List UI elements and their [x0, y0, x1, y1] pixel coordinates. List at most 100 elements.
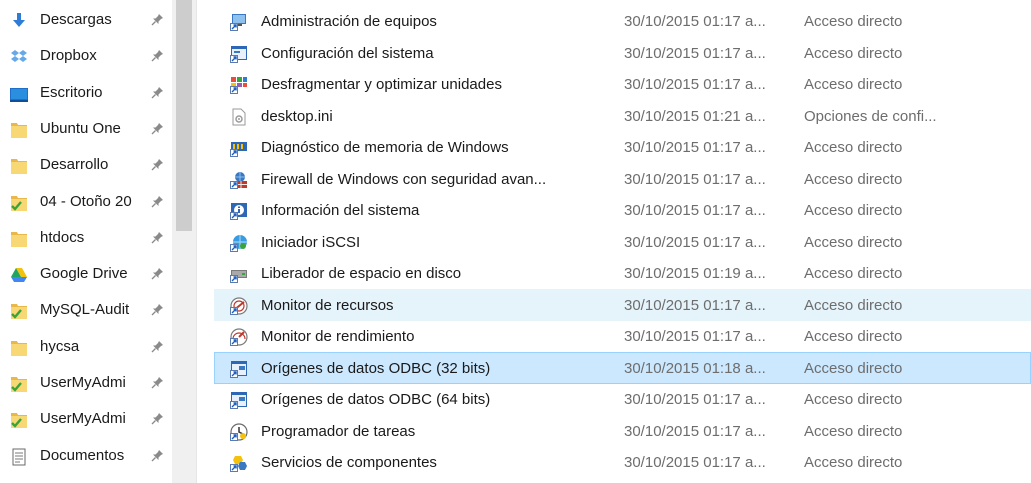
file-type: Acceso directo	[804, 170, 903, 188]
file-name: desktop.ini	[261, 107, 333, 125]
file-type: Acceso directo	[804, 391, 903, 408]
file-date-modified: 30/10/2015 01:17 a...	[624, 202, 766, 219]
pane-divider[interactable]	[196, 0, 197, 483]
pin-icon[interactable]	[151, 122, 164, 135]
documents-icon	[10, 448, 29, 466]
sidebar-item-label: Ubuntu One	[40, 119, 121, 137]
file-row[interactable]: Liberador de espacio en disco 30/10/2015 …	[214, 257, 1031, 289]
file-name: Programador de tareas	[261, 422, 416, 440]
sidebar-item-descargas[interactable]: Descargas	[0, 4, 172, 36]
navigation-scrollbar[interactable]	[172, 0, 196, 483]
sidebar-item-label: Dropbox	[40, 47, 97, 65]
file-type: Acceso directo	[804, 202, 903, 219]
firewall-icon	[230, 171, 248, 189]
pin-icon[interactable]	[151, 340, 164, 353]
file-name: Liberador de espacio en disco	[261, 265, 462, 282]
sidebar-item-label: hycsa	[40, 337, 80, 355]
file-row[interactable]: Iniciador iSCSI 30/10/2015 01:17 a... Acce…	[214, 226, 1031, 258]
sidebar-item-label: UserMyAdmi	[40, 374, 126, 391]
file-name: Información del sistema	[261, 202, 420, 219]
file-type: Acceso directo	[804, 328, 903, 345]
dropbox-icon	[10, 48, 29, 65]
file-row[interactable]: Firewall de Windows con seguridad avan..…	[214, 163, 1031, 195]
sidebar-item-label: UserMyAdmi	[40, 410, 126, 428]
sidebar-item-label: Escritorio	[40, 83, 103, 101]
pin-icon[interactable]	[151, 13, 164, 26]
file-row[interactable]: Programador de tareas 30/10/2015 01:17 a.…	[214, 415, 1031, 447]
file-name: Iniciador iSCSI	[261, 233, 361, 251]
sidebar-item-documentos[interactable]: Documentos	[0, 440, 172, 472]
sidebar-item-google-drive[interactable]: Google Drive	[0, 258, 172, 290]
file-name: Orígenes de datos ODBC (32 bits)	[261, 359, 491, 377]
file-name: Diagnóstico de memoria de Windows	[261, 139, 509, 156]
file-row[interactable]: Diagnóstico de memoria de Windows 30/10/2…	[214, 131, 1031, 163]
navigation-pane: Descargas Dropbox Escritorio Ubuntu One Desa…	[0, 0, 172, 483]
file-date-modified: 30/10/2015 01:17 a...	[624, 170, 766, 188]
folder-icon	[10, 157, 29, 175]
sidebar-item-label: MySQL-Audit	[40, 301, 130, 319]
pin-icon[interactable]	[151, 49, 164, 62]
folder-icon	[10, 230, 29, 247]
synced-folder-icon	[10, 411, 29, 429]
iscsi-icon	[230, 234, 248, 252]
sidebar-item-htdocs[interactable]: htdocs	[0, 222, 172, 254]
pin-icon[interactable]	[151, 303, 164, 316]
file-name: Orígenes de datos ODBC (64 bits)	[261, 391, 491, 408]
file-row[interactable]: Orígenes de datos ODBC (64 bits) 30/10/20…	[214, 383, 1031, 415]
pin-icon[interactable]	[151, 195, 164, 208]
file-type: Acceso directo	[804, 139, 903, 156]
pin-icon[interactable]	[151, 376, 164, 389]
file-type: Acceso directo	[804, 233, 903, 251]
sidebar-item-usermyadmi-2[interactable]: UserMyAdmi	[0, 403, 172, 435]
synced-folder-icon	[10, 194, 29, 211]
file-type: Acceso directo	[804, 76, 903, 93]
file-row[interactable]: Monitor de rendimiento 30/10/2015 01:17 a…	[214, 320, 1031, 352]
sidebar-item-desarrollo[interactable]: Desarrollo	[0, 149, 172, 181]
file-name: Administración de equipos	[261, 13, 437, 30]
file-date-modified: 30/10/2015 01:17 a...	[624, 296, 766, 314]
file-date-modified: 30/10/2015 01:17 a...	[624, 44, 766, 62]
file-date-modified: 30/10/2015 01:19 a...	[624, 265, 766, 282]
pin-icon[interactable]	[151, 449, 164, 462]
file-row[interactable]: Orígenes de datos ODBC (32 bits) 30/10/20…	[214, 351, 1031, 384]
system-info-icon	[230, 202, 248, 220]
google-drive-icon	[10, 266, 29, 283]
file-row[interactable]: Configuración del sistema 30/10/2015 01:1…	[214, 37, 1031, 69]
sidebar-item-label: htdocs	[40, 228, 85, 246]
file-name: Configuración del sistema	[261, 44, 434, 62]
sidebar-item-ubuntu-one[interactable]: Ubuntu One	[0, 113, 172, 145]
file-name: Desfragmentar y optimizar unidades	[261, 76, 502, 93]
pin-icon[interactable]	[151, 158, 164, 171]
sidebar-item-otono[interactable]: 04 - Otoño 20	[0, 186, 172, 218]
odbc-icon	[230, 391, 248, 409]
file-type: Acceso directo	[804, 265, 903, 282]
synced-folder-icon	[10, 375, 29, 392]
sidebar-item-escritorio[interactable]: Escritorio	[0, 77, 172, 109]
sidebar-item-usermyadmi-1[interactable]: UserMyAdmi	[0, 367, 172, 399]
file-type: Acceso directo	[804, 296, 903, 314]
file-row[interactable]: Desfragmentar y optimizar unidades 30/10/…	[214, 68, 1031, 100]
file-row[interactable]: Monitor de recursos 30/10/2015 01:17 a...…	[214, 288, 1031, 321]
task-scheduler-icon	[230, 422, 248, 441]
file-row[interactable]: Servicios de componentes 30/10/2015 01:17…	[214, 446, 1031, 478]
sidebar-item-hycsa[interactable]: hycsa	[0, 331, 172, 363]
file-name: Monitor de rendimiento	[261, 328, 415, 345]
file-row[interactable]: Información del sistema 30/10/2015 01:17 …	[214, 194, 1031, 226]
file-date-modified: 30/10/2015 01:17 a...	[624, 391, 766, 408]
sidebar-item-dropbox[interactable]: Dropbox	[0, 40, 172, 72]
file-row[interactable]: Administración de equipos 30/10/2015 01:1…	[214, 5, 1031, 37]
file-date-modified: 30/10/2015 01:17 a...	[624, 13, 766, 30]
sidebar-item-mysql-audit[interactable]: MySQL-Audit	[0, 294, 172, 326]
file-type: Acceso directo	[804, 44, 903, 62]
file-date-modified: 30/10/2015 01:18 a...	[624, 359, 766, 377]
navigation-scrollbar-thumb[interactable]	[176, 0, 192, 231]
pin-icon[interactable]	[151, 267, 164, 280]
pin-icon[interactable]	[151, 412, 164, 425]
file-date-modified: 30/10/2015 01:17 a...	[624, 233, 766, 251]
sidebar-item-label: Descargas	[40, 11, 112, 28]
pin-icon[interactable]	[151, 86, 164, 99]
file-row[interactable]: desktop.ini 30/10/2015 01:21 a... Opciones…	[214, 100, 1031, 132]
file-list: Administración de equipos 30/10/2015 01:1…	[214, 0, 1031, 483]
settings-file-icon	[230, 108, 248, 126]
pin-icon[interactable]	[151, 231, 164, 244]
